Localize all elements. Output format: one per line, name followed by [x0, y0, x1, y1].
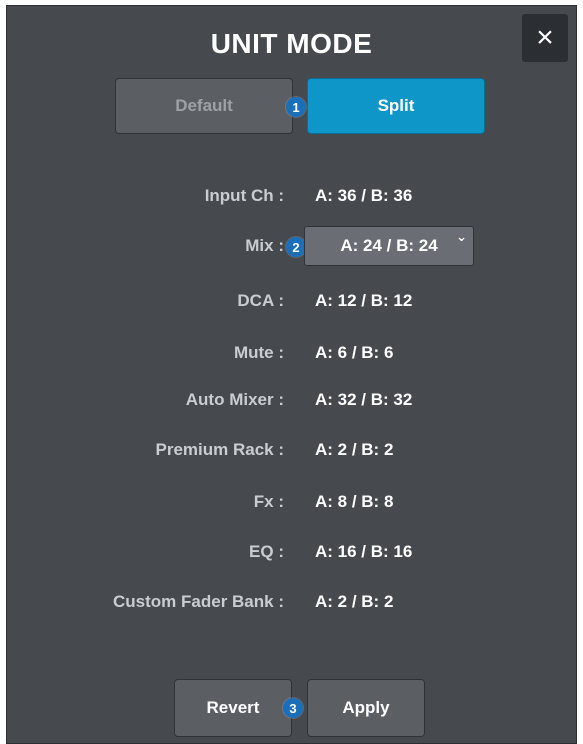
mute-label: Mute :	[233, 343, 284, 362]
custom-fader-bank-label: Custom Fader Bank :	[113, 592, 284, 611]
eq-value: A: 16 / B: 16	[315, 542, 413, 561]
close-button[interactable]: ×	[522, 14, 568, 62]
premium-rack-value: A: 2 / B: 2	[315, 440, 394, 459]
mute-value: A: 6 / B: 6	[315, 343, 394, 362]
auto-mixer-label: Auto Mixer :	[185, 390, 284, 409]
callout-1: 1	[286, 97, 306, 117]
unit-mode-dialog: UNIT MODE × Default Split 1 Input Ch : A…	[6, 5, 577, 744]
auto-mixer-value: A: 32 / B: 32	[315, 390, 413, 409]
mix-label: Mix :	[245, 236, 284, 255]
eq-label: EQ :	[249, 542, 284, 561]
input-ch-label: Input Ch :	[204, 186, 284, 205]
apply-button[interactable]: Apply	[307, 679, 425, 737]
fx-value: A: 8 / B: 8	[315, 492, 394, 511]
mix-dropdown-value: A: 24 / B: 24	[340, 236, 438, 255]
chevron-down-icon: ⌄	[456, 229, 467, 244]
revert-button[interactable]: Revert	[174, 679, 292, 737]
premium-rack-label: Premium Rack :	[155, 440, 285, 459]
close-icon: ×	[536, 21, 554, 54]
callout-3: 3	[283, 698, 303, 718]
default-mode-button[interactable]: Default	[115, 78, 293, 134]
fx-label: Fx :	[253, 492, 284, 511]
split-mode-button[interactable]: Split	[307, 78, 485, 134]
input-ch-value: A: 36 / B: 36	[315, 186, 413, 205]
mix-dropdown[interactable]: A: 24 / B: 24 ⌄	[304, 226, 474, 266]
custom-fader-bank-value: A: 2 / B: 2	[315, 592, 394, 611]
dca-value: A: 12 / B: 12	[315, 291, 413, 310]
callout-2: 2	[286, 237, 306, 257]
dca-label: DCA :	[237, 291, 284, 310]
dialog-title: UNIT MODE	[210, 28, 373, 59]
